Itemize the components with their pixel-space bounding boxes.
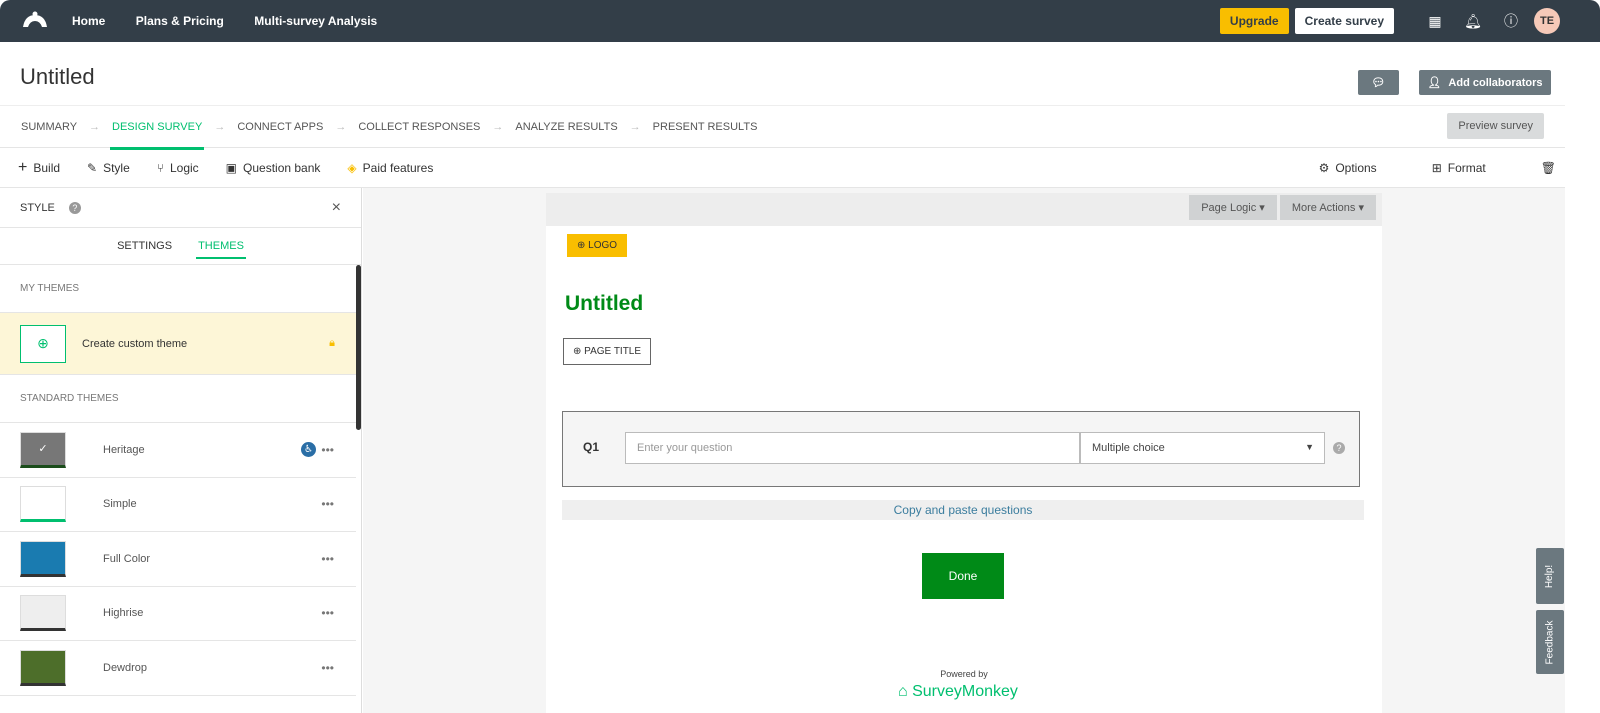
format-button[interactable]: ⊞ Format [1432, 161, 1486, 175]
tool-question-bank[interactable]: ▣ Question bank [226, 161, 321, 175]
standard-themes-heading: STANDARD THEMES [0, 375, 361, 423]
add-collaborators-button[interactable]: 👤︎ Add collaborators [1419, 70, 1551, 95]
theme-name: Full Color [103, 552, 151, 565]
avatar[interactable]: TE [1534, 8, 1560, 34]
design-toolbar: + Build ✎ Style ⑂ Logic ▣ Question bank ◈ Pai… [0, 148, 1565, 188]
format-icon: ⊞ [1431, 160, 1442, 175]
surveymonkey-logo[interactable] [20, 11, 50, 31]
more-options-icon[interactable]: ••• [321, 497, 334, 511]
help-tab[interactable]: Help! [1536, 548, 1564, 604]
more-actions-dropdown[interactable]: More Actions ▾ [1279, 195, 1376, 220]
theme-item[interactable]: ✓ Heritage ♿︎ ••• [0, 423, 356, 478]
powered-by: Powered by [940, 669, 988, 679]
help-icon[interactable]: ⓘ [1492, 11, 1530, 31]
arrow-icon: → [89, 120, 101, 133]
theme-name: Heritage [103, 443, 145, 456]
theme-item[interactable]: Simple ••• [0, 478, 356, 532]
more-options-icon[interactable]: ••• [321, 661, 334, 675]
question-input[interactable]: Enter your question [625, 432, 1080, 464]
comment-icon: 💬︎ [1371, 77, 1386, 89]
more-options-icon[interactable]: ••• [321, 606, 334, 620]
comment-button[interactable]: 💬︎ [1358, 70, 1399, 95]
top-nav: Home Plans & Pricing Multi-survey Analys… [0, 0, 1600, 42]
step-connect-apps[interactable]: CONNECT APPS [237, 121, 323, 133]
tool-logic[interactable]: ⑂ Logic [157, 161, 199, 175]
theme-item[interactable]: Highrise ••• [0, 587, 356, 641]
create-custom-theme[interactable]: ⊕ Create custom theme 🔒︎ [0, 313, 361, 375]
accessibility-icon: ♿︎ [301, 442, 316, 458]
survey-title[interactable]: Untitled [20, 64, 95, 90]
trash-icon: 🗑︎ [1540, 160, 1556, 175]
nav-home[interactable]: Home [72, 14, 105, 28]
close-icon[interactable]: × [332, 199, 341, 217]
panel-title: STYLE [20, 201, 55, 214]
theme-thumbnail [20, 540, 66, 577]
options-button[interactable]: ⚙ Options [1319, 161, 1377, 175]
theme-name: Dewdrop [103, 661, 148, 674]
page-logic-dropdown[interactable]: Page Logic ▾ [1189, 195, 1277, 220]
workflow-steps: SUMMARY → DESIGN SURVEY → CONNECT APPS → CO… [0, 105, 1565, 150]
arrow-icon: → [214, 120, 226, 133]
style-panel: STYLE? × SETTINGS THEMES MY THEMES ⊕ Create… [0, 188, 362, 713]
add-page-title-button[interactable]: ⊕ PAGE TITLE [563, 338, 652, 365]
scrollbar[interactable] [356, 265, 361, 430]
question-number: Q1 [583, 440, 600, 454]
surveymonkey-brand[interactable]: ⌂ SurveyMonkey [898, 683, 1018, 701]
theme-item[interactable]: Dewdrop ••• [0, 641, 356, 696]
more-options-icon[interactable]: ••• [321, 552, 334, 566]
nav-multi-survey-analysis[interactable]: Multi-survey Analysis [254, 14, 377, 28]
brush-icon: ✎ [87, 160, 98, 175]
question-editor: Q1 Enter your question Multiple choice ▼ … [562, 411, 1360, 487]
gear-icon: ⚙ [1318, 160, 1330, 175]
logic-icon: ⑂ [156, 160, 164, 175]
help-icon[interactable]: ? [1333, 442, 1345, 454]
step-design-survey[interactable]: DESIGN SURVEY [110, 121, 205, 150]
step-present-results[interactable]: PRESENT RESULTS [653, 121, 758, 133]
survey-canvas: Page Logic ▾ More Actions ▾ ⊕ LOGO Untit… [363, 188, 1565, 713]
theme-thumbnail [20, 649, 66, 686]
theme-thumbnail: ✓ [20, 431, 66, 468]
lock-icon: 🔒︎ [329, 337, 335, 349]
step-collect-responses[interactable]: COLLECT RESPONSES [358, 121, 480, 133]
tool-style[interactable]: ✎ Style [87, 161, 130, 175]
feedback-tab[interactable]: Feedback [1536, 610, 1564, 674]
arrow-icon: → [492, 120, 504, 133]
bank-icon: ▣ [225, 160, 238, 175]
survey-page-title[interactable]: Untitled [565, 292, 643, 316]
theme-name: Highrise [103, 607, 144, 620]
done-button[interactable]: Done [922, 553, 1004, 599]
question-type-select[interactable]: Multiple choice ▼ [1080, 432, 1325, 464]
preview-survey-button[interactable]: Preview survey [1447, 113, 1544, 139]
theme-name: Simple [103, 498, 137, 511]
theme-thumbnail [20, 486, 66, 523]
upgrade-button[interactable]: Upgrade [1219, 8, 1289, 34]
tool-build[interactable]: + Build [18, 159, 60, 177]
tab-settings[interactable]: SETTINGS [117, 240, 172, 252]
plus-icon: + [18, 158, 28, 176]
plus-circle-icon: ⊕ [20, 324, 66, 363]
add-user-icon: 👤︎ [1427, 77, 1442, 89]
tag-icon: ◈ [347, 160, 357, 175]
more-options-icon[interactable]: ••• [321, 443, 334, 457]
theme-item[interactable]: Full Color ••• [0, 532, 356, 587]
copy-paste-questions-link[interactable]: Copy and paste questions [562, 500, 1364, 520]
help-icon[interactable]: ? [68, 201, 81, 214]
step-analyze-results[interactable]: ANALYZE RESULTS [515, 121, 617, 133]
add-logo-button[interactable]: ⊕ LOGO [567, 234, 628, 257]
caret-down-icon: ▼ [1305, 442, 1314, 452]
arrow-icon: → [629, 120, 641, 133]
delete-button[interactable]: 🗑︎ [1541, 161, 1556, 175]
apps-grid-icon[interactable]: ▦ [1416, 13, 1454, 30]
tab-themes[interactable]: THEMES [196, 240, 246, 259]
tool-paid-features[interactable]: ◈ Paid features [347, 161, 433, 175]
create-survey-button[interactable]: Create survey [1294, 8, 1394, 34]
survey-page: Page Logic ▾ More Actions ▾ ⊕ LOGO Untit… [546, 193, 1382, 713]
arrow-icon: → [335, 120, 347, 133]
my-themes-heading: MY THEMES [0, 265, 361, 313]
nav-plans-pricing[interactable]: Plans & Pricing [136, 14, 224, 28]
theme-thumbnail [20, 595, 66, 632]
bell-icon[interactable]: 🔔︎ [1454, 13, 1492, 30]
step-summary[interactable]: SUMMARY [21, 121, 77, 133]
